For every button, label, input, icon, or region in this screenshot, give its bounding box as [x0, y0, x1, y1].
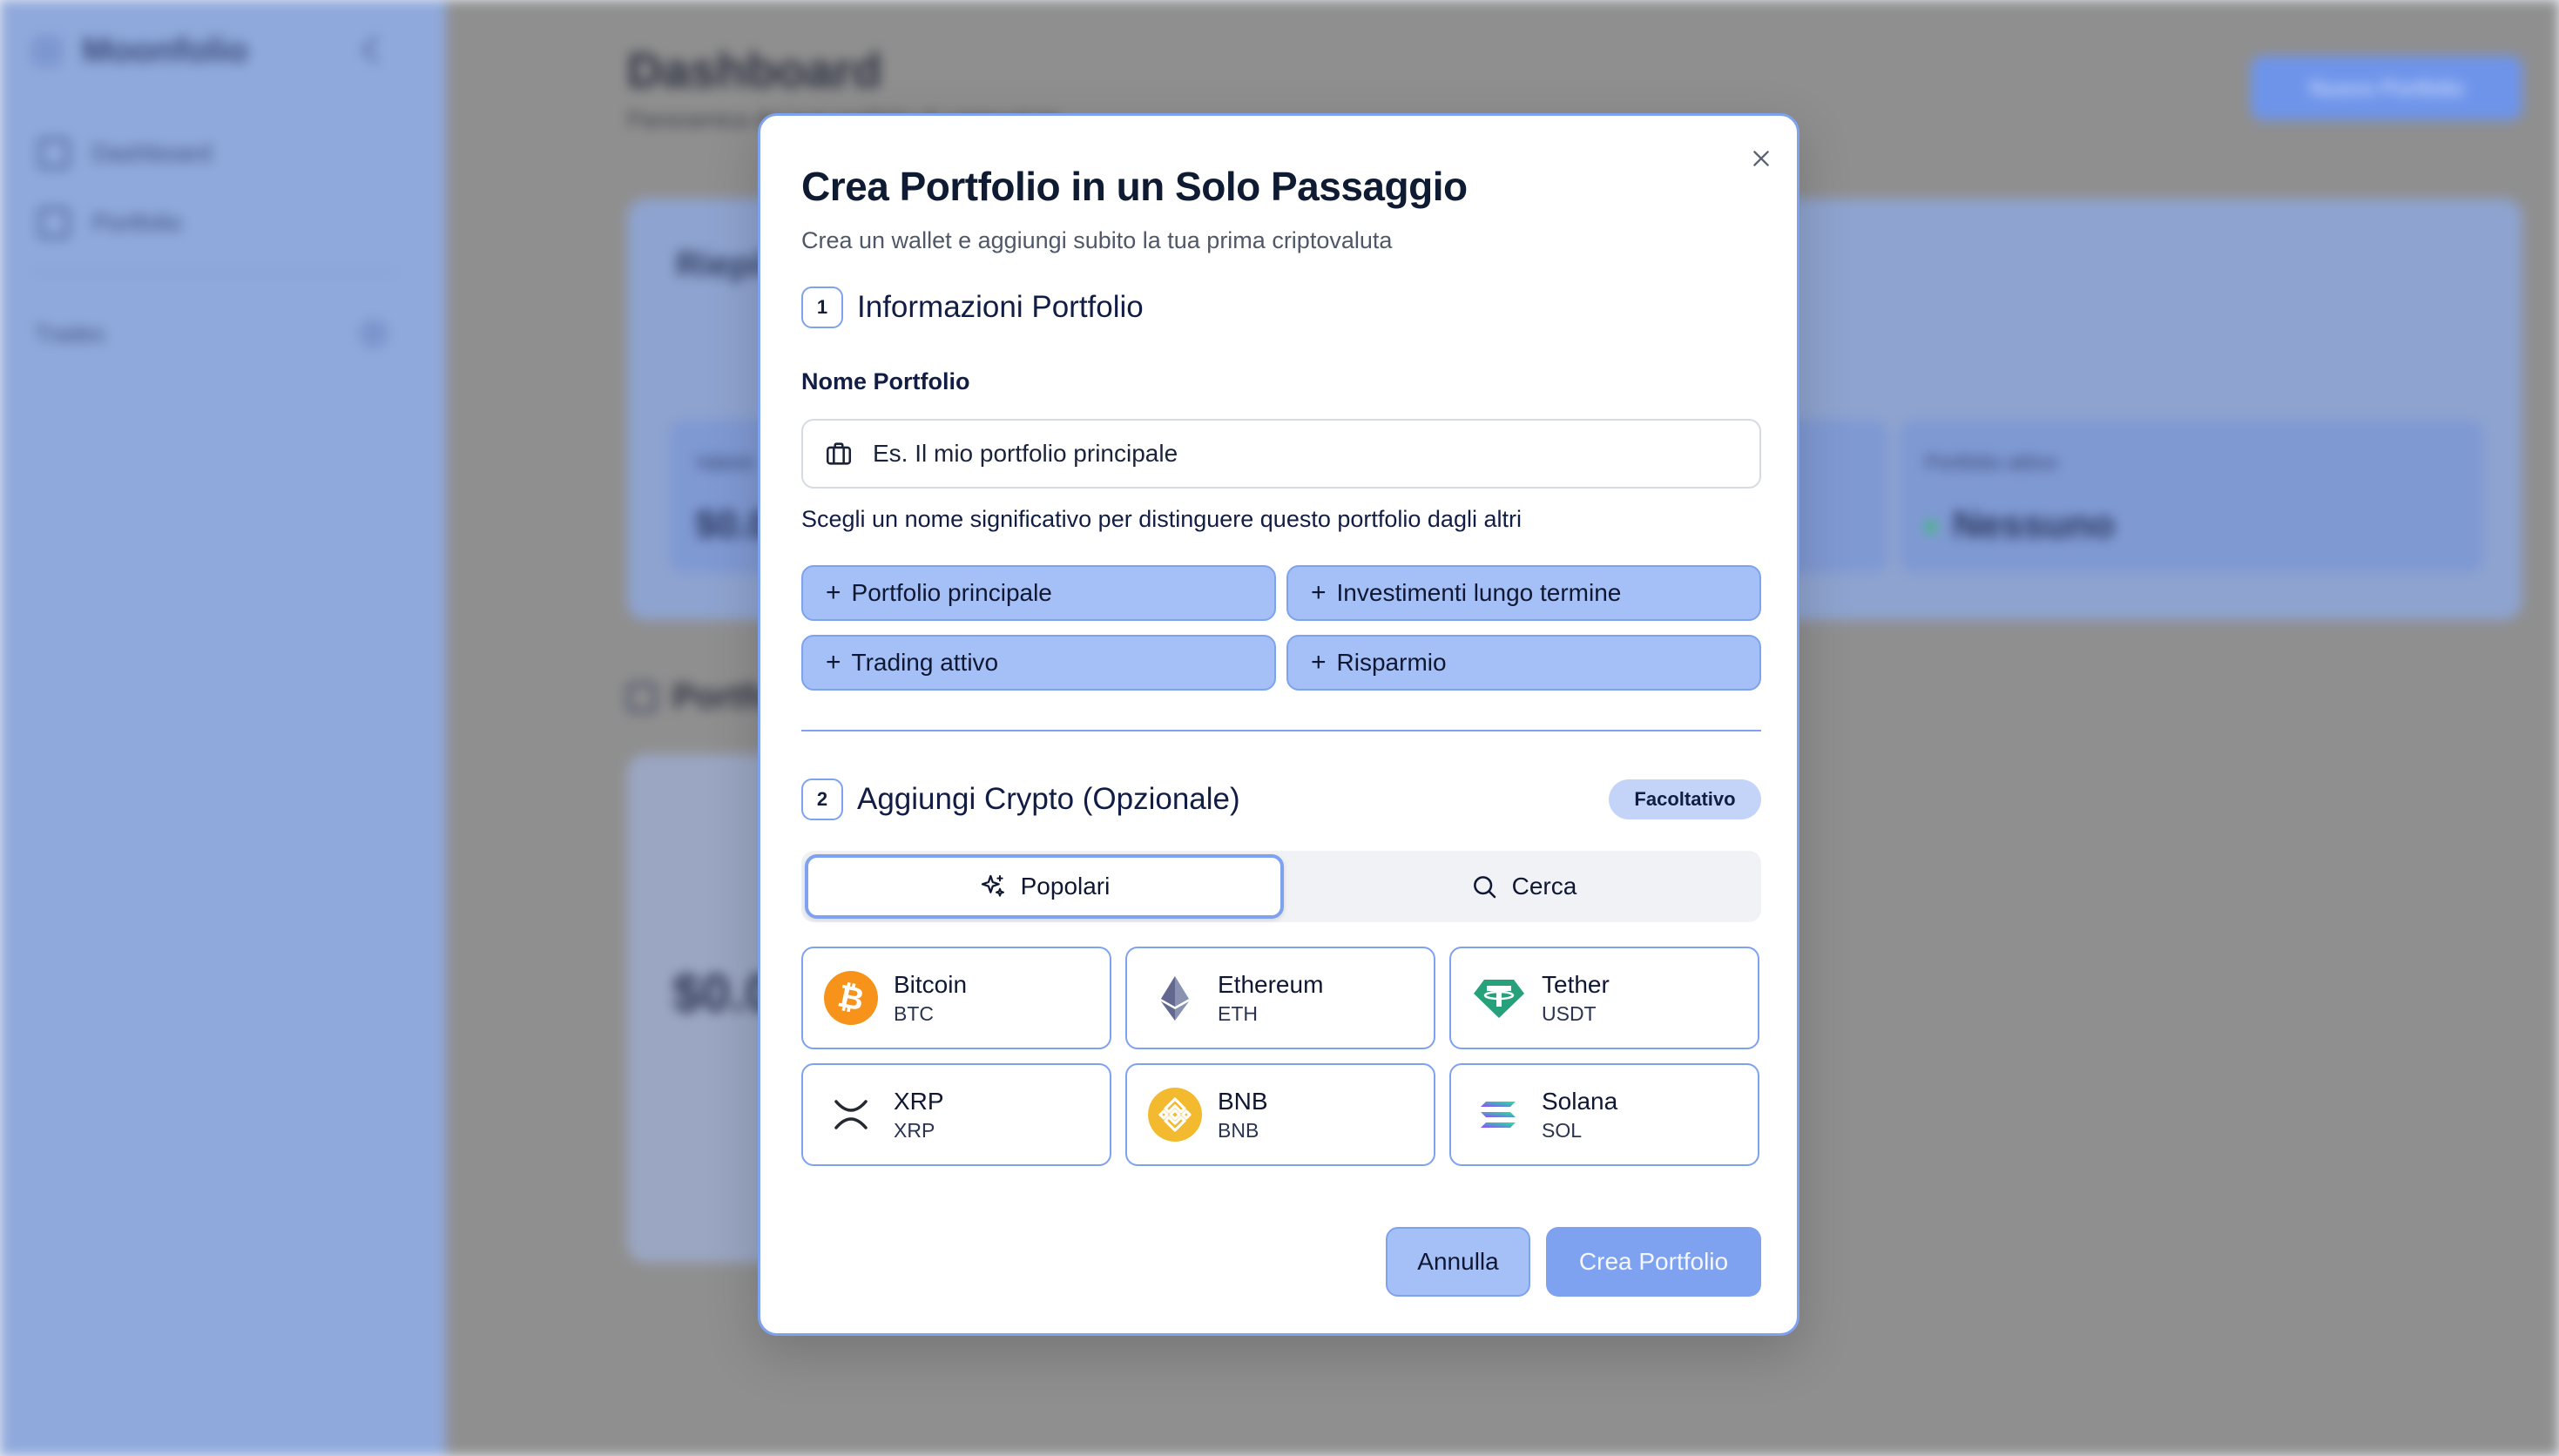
dialog-subtitle: Crea un wallet e aggiungi subito la tua …: [801, 227, 1393, 253]
plus-icon: +: [1311, 648, 1327, 677]
tab-label: Popolari: [1020, 873, 1111, 900]
stat-label: Valore: [695, 451, 754, 475]
wallet-icon: [627, 682, 657, 712]
coin-name: BNB: [1218, 1087, 1268, 1115]
create-portfolio-dialog: Crea Portfolio in un Solo Passaggio Crea…: [758, 113, 1799, 1336]
coin-symbol: BTC: [894, 1001, 934, 1025]
optional-badge: Facoltativo: [1609, 779, 1761, 819]
coin-symbol: ETH: [1218, 1001, 1258, 1025]
coin-name: Ethereum: [1218, 970, 1324, 998]
create-portfolio-button[interactable]: Crea Portfolio: [1546, 1227, 1761, 1297]
sidebar-item-label: Dashboard: [92, 139, 212, 166]
coin-name: XRP: [894, 1087, 944, 1115]
step-number: 1: [801, 286, 843, 328]
coin-card-bnb[interactable]: BNB BNB: [1125, 1063, 1435, 1166]
step-label: Informazioni Portfolio: [857, 290, 1144, 324]
grid-icon: [38, 138, 70, 169]
bitcoin-icon: ₿: [824, 971, 878, 1025]
suggestion-chip-label: Trading attivo: [851, 649, 999, 676]
page-title: Dashboard: [627, 43, 882, 98]
coin-symbol: XRP: [894, 1118, 935, 1142]
coin-card-bitcoin[interactable]: ₿ Bitcoin BTC: [801, 947, 1111, 1049]
step-label: Aggiungi Crypto (Opzionale): [857, 782, 1240, 816]
add-icon[interactable]: [359, 319, 388, 348]
suggestion-chip-portfolio-principale[interactable]: + Portfolio principale: [801, 565, 1276, 621]
sidebar-section-label: Trades: [35, 320, 105, 347]
search-icon: [1473, 876, 1496, 899]
briefcase-icon: [826, 442, 852, 465]
plus-icon: +: [1311, 578, 1327, 607]
coin-card-tether[interactable]: Tether USDT: [1449, 947, 1759, 1049]
cancel-button[interactable]: Annulla: [1386, 1227, 1530, 1297]
step-number: 2: [801, 779, 843, 820]
plus-icon: +: [826, 578, 841, 607]
step-1-header: 1 Informazioni Portfolio: [801, 286, 1144, 328]
suggestion-chip-label: Portfolio principale: [851, 579, 1052, 606]
sidebar-item-dashboard[interactable]: Dashboard: [38, 138, 212, 169]
sidebar-item-label: Portfolio: [92, 209, 182, 236]
tab-popolari[interactable]: Popolari: [805, 854, 1284, 919]
new-portfolio-label: Nuovo Portfolio: [2309, 74, 2464, 101]
coin-name: Bitcoin: [894, 970, 968, 998]
step-2-header: 2 Aggiungi Crypto (Opzionale): [801, 779, 1240, 820]
sidebar-divider: [31, 272, 397, 273]
suggestion-chip-label: Risparmio: [1336, 649, 1447, 676]
stat-label: Portfolio attivo: [1925, 451, 2058, 475]
close-icon: [1753, 151, 1769, 166]
status-dot: [1925, 521, 1937, 534]
portfolio-name-field[interactable]: [801, 419, 1761, 489]
suggestion-chip-investimenti[interactable]: + Investimenti lungo termine: [1286, 565, 1761, 621]
suggestion-chip-trading[interactable]: + Trading attivo: [801, 635, 1276, 691]
coin-symbol: USDT: [1542, 1001, 1597, 1025]
suggestion-chip-label: Investimenti lungo termine: [1336, 579, 1622, 606]
bnb-icon: [1148, 1088, 1202, 1142]
wallet-icon: [38, 207, 70, 239]
logo-icon: [31, 35, 63, 67]
coin-card-ethereum[interactable]: Ethereum ETH: [1125, 947, 1435, 1049]
coin-card-solana[interactable]: Solana SOL: [1449, 1063, 1759, 1166]
stat-value-text: Nessuno: [1953, 503, 2115, 546]
portfolio-name-label: Nome Portfolio: [801, 368, 970, 394]
new-portfolio-button[interactable]: Nuovo Portfolio: [2251, 56, 2522, 120]
coin-card-xrp[interactable]: XRP XRP: [801, 1063, 1111, 1166]
sidebar-item-portfolio[interactable]: Portfolio: [38, 207, 182, 239]
close-button[interactable]: [1743, 140, 1779, 177]
portfolio-name-hint: Scegli un nome significativo per disting…: [801, 506, 1522, 532]
app-logo: Moonfolio: [31, 31, 248, 71]
app-name: Moonfolio: [82, 31, 249, 70]
xrp-icon: [824, 1088, 878, 1142]
coin-name: Solana: [1542, 1087, 1618, 1115]
coin-symbol: SOL: [1542, 1118, 1583, 1142]
portfolio-name-input[interactable]: [873, 440, 1657, 468]
collapse-sidebar-icon[interactable]: [361, 36, 389, 64]
coin-name: Tether: [1542, 970, 1610, 998]
solana-icon: [1472, 1088, 1526, 1142]
coin-symbol: BNB: [1218, 1118, 1259, 1142]
section-divider: [801, 730, 1761, 731]
sidebar: Moonfolio Dashboard Portfolio Trades: [0, 0, 446, 1456]
tab-label: Cerca: [1511, 873, 1577, 900]
ethereum-icon: [1148, 971, 1202, 1025]
sparkles-icon: [981, 874, 1004, 897]
stat-value: Nessuno: [1925, 503, 2115, 547]
suggestion-chip-risparmio[interactable]: + Risparmio: [1286, 635, 1761, 691]
dialog-title: Crea Portfolio in un Solo Passaggio: [801, 164, 1468, 209]
tab-cerca[interactable]: Cerca: [1286, 851, 1761, 922]
stat-card-active: Portfolio attivo Nessuno: [1899, 420, 2484, 573]
plus-icon: +: [826, 648, 841, 677]
tether-icon: [1472, 971, 1526, 1025]
crypto-tabs: Popolari Cerca: [801, 851, 1761, 922]
